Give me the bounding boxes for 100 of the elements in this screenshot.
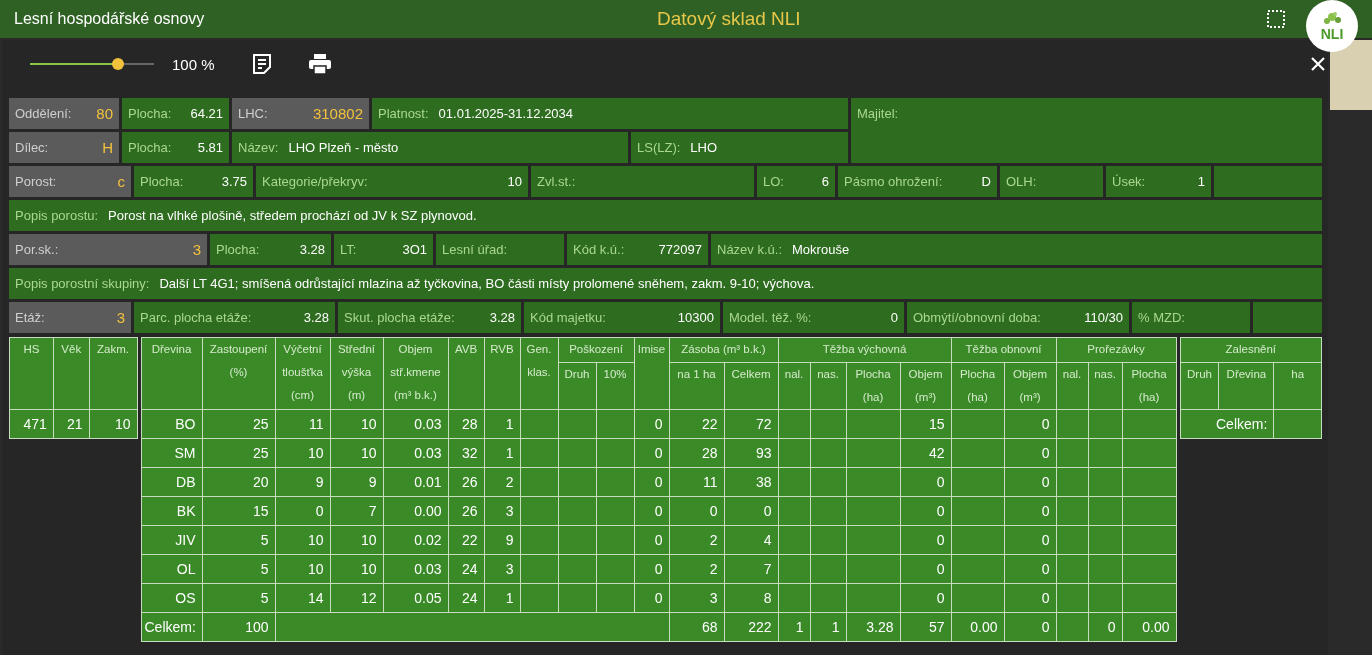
column-header: Imise <box>634 337 669 410</box>
field-label: LHC: <box>238 106 268 121</box>
table-cell: 0.03 <box>383 409 448 439</box>
column-header: nas. <box>1088 362 1123 410</box>
table-cell: 0 <box>634 525 669 555</box>
table-cell: 0 <box>669 496 724 526</box>
column-header: Gen. klas. <box>520 337 558 410</box>
table-cell: 0 <box>1004 583 1057 613</box>
close-icon[interactable] <box>1310 56 1326 72</box>
table-cell: 2 <box>669 554 724 584</box>
table-cell: 1 <box>484 583 520 613</box>
column-header: AVB <box>448 337 484 410</box>
selection-icon[interactable] <box>1266 9 1286 29</box>
field-label: Lesní úřad: <box>442 242 508 257</box>
column-header: Plocha (ha) <box>1122 362 1177 410</box>
field-label: Etáž: <box>15 310 45 325</box>
field-label: Platnost: <box>378 106 429 121</box>
table-cell: 0.03 <box>383 554 448 584</box>
table-cell: 10 <box>330 554 383 584</box>
field-label: Plocha: <box>140 174 184 189</box>
table-cell: 25 <box>202 438 275 468</box>
field-value: 6 <box>820 174 829 189</box>
field-label: Kód k.ú.: <box>573 242 625 257</box>
table-cell: 0 <box>634 438 669 468</box>
zoom-slider[interactable] <box>30 58 154 70</box>
field-value: 3O1 <box>401 242 427 257</box>
table-cell: 14 <box>275 583 330 613</box>
table-cell: 0 <box>275 496 330 526</box>
table-cell: 5 <box>202 583 275 613</box>
notes-icon[interactable] <box>250 53 273 75</box>
table-cell: 38 <box>724 467 779 497</box>
field-label: Plocha: <box>128 106 172 121</box>
field-value: LHO <box>690 140 718 155</box>
table-cell: 42 <box>900 438 952 468</box>
table-cell: 7 <box>330 496 383 526</box>
table-cell: 0 <box>1004 612 1057 642</box>
table-cell: 3 <box>484 554 520 584</box>
field-label: Popis porostu: <box>15 208 99 223</box>
table-cell: 9 <box>330 467 383 497</box>
field-label: Kategorie/překryv: <box>262 174 368 189</box>
table-cell: 0 <box>634 554 669 584</box>
table-cell: SM <box>141 438 202 468</box>
field-value: 80 <box>95 105 113 122</box>
table-cell: 57 <box>900 612 952 642</box>
field-label: Plocha: <box>216 242 260 257</box>
table-cell: OL <box>141 554 202 584</box>
field-value: Další LT 4G1; smíšená odrůstající mlazina až tyčkovina, BO části místy prolomené sněhem, zakm. 9-10; výchova. <box>159 276 815 291</box>
table-cell: 10 <box>275 554 330 584</box>
field-label: LT: <box>340 242 357 257</box>
column-header: Prořezávky <box>1056 337 1177 363</box>
table-cell: 0 <box>634 467 669 497</box>
table-cell: 0.00 <box>1122 612 1177 642</box>
table-cell: 10 <box>330 438 383 468</box>
column-header: Střední výška (m) <box>330 337 383 410</box>
column-header: Celkem <box>724 362 779 410</box>
field-label: Pásmo ohrožení: <box>844 174 943 189</box>
field-value: 01.01.2025-31.12.2034 <box>438 106 574 121</box>
table-cell: 1 <box>484 438 520 468</box>
column-header: Plocha (ha) <box>846 362 901 410</box>
field-label: Plocha: <box>128 140 172 155</box>
column-header: Objem stř.kmene (m³ b.k.) <box>383 337 448 410</box>
field-label: Obmýtí/obnovní doba: <box>913 310 1041 325</box>
column-header: nal. <box>778 362 811 410</box>
table-cell: 15 <box>900 409 952 439</box>
table-cell: 22 <box>448 525 484 555</box>
table-cell: 68 <box>669 612 724 642</box>
table-cell: BK <box>141 496 202 526</box>
table-cell: 28 <box>448 409 484 439</box>
print-icon[interactable] <box>308 54 331 74</box>
field-value: D <box>980 174 991 189</box>
table-cell: 0 <box>1004 496 1057 526</box>
table-cell: 32 <box>448 438 484 468</box>
field-value: 64.21 <box>189 106 223 121</box>
table-cell: 24 <box>448 554 484 584</box>
field-value: 3 <box>115 309 125 326</box>
table-cell: 10 <box>330 409 383 439</box>
field-label: LO: <box>763 174 784 189</box>
table-cell: 0 <box>634 583 669 613</box>
table-cell: 0 <box>900 525 952 555</box>
table-cell: 2 <box>484 467 520 497</box>
table-cell: 11 <box>275 409 330 439</box>
table-cell: 2 <box>669 525 724 555</box>
table-cell: 3.28 <box>846 612 901 642</box>
table-cell: 20 <box>202 467 275 497</box>
table-cell: 0.01 <box>383 467 448 497</box>
field-label: Majitel: <box>857 106 899 121</box>
column-header: Zásoba (m³ b.k.) <box>669 337 779 363</box>
logo-badge[interactable]: NLI <box>1306 0 1358 52</box>
field-label: Parc. plocha etáže: <box>140 310 252 325</box>
table-cell: 28 <box>669 438 724 468</box>
table-cell: 8 <box>724 583 779 613</box>
app-title: Lesní hospodářské osnovy <box>14 10 205 28</box>
table-cell: 0 <box>1004 467 1057 497</box>
table-cell: 0 <box>634 409 669 439</box>
table-cell: 0 <box>1004 409 1057 439</box>
field-label: OLH: <box>1006 174 1037 189</box>
table-cell: 3 <box>484 496 520 526</box>
field-label: Název k.ú.: <box>717 242 783 257</box>
table-cell: 7 <box>724 554 779 584</box>
column-header: Poškození <box>558 337 634 363</box>
